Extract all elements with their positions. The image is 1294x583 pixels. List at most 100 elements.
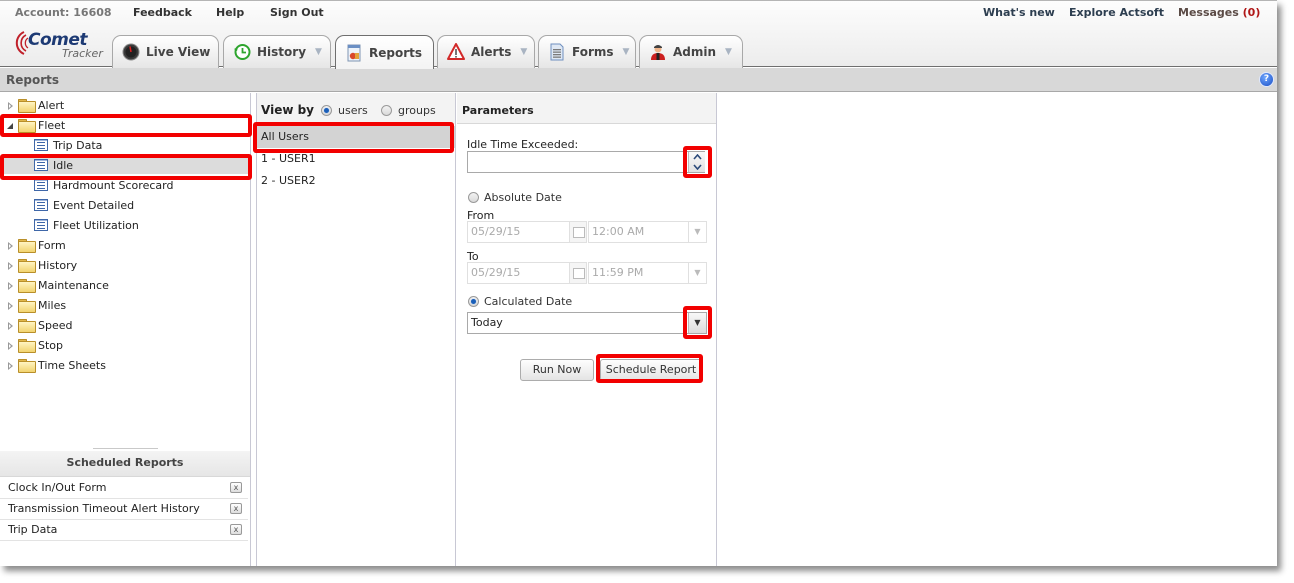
report-icon (34, 219, 48, 231)
user-list-item[interactable]: 2 - USER2 (257, 170, 455, 192)
view-by-users-radio[interactable] (321, 105, 332, 116)
expand-icon[interactable] (6, 281, 15, 290)
tree-report[interactable]: Trip Data (0, 136, 250, 154)
folder-icon (18, 299, 36, 313)
parameters-title: Parameters (462, 104, 534, 117)
view-by-users-label[interactable]: users (338, 104, 368, 117)
expand-icon[interactable] (6, 321, 15, 330)
tree-folder[interactable]: History (6, 256, 77, 274)
expand-icon[interactable] (6, 101, 15, 110)
user-list-item[interactable]: All Users (257, 126, 455, 148)
tab-admin[interactable]: Admin ▼ (639, 35, 743, 68)
expand-icon[interactable] (6, 261, 15, 270)
parameters-panel: Parameters Idle Time Exceeded: Absolute … (457, 93, 717, 566)
sign-out-link[interactable]: Sign Out (270, 6, 324, 19)
to-calendar-icon[interactable] (569, 262, 587, 284)
tree-item-label: Hardmount Scorecard (53, 178, 174, 192)
reports-tree-panel: Alert Fleet Trip Data Idle Hardmount Scoreca… (0, 93, 251, 566)
tree-report[interactable]: Idle (0, 156, 250, 174)
dropdown-arrow-icon[interactable]: ▼ (623, 47, 630, 57)
help-link[interactable]: Help (216, 6, 244, 19)
whats-new-link[interactable]: What's new (983, 6, 1055, 19)
tab-live-view[interactable]: Live View (112, 35, 219, 68)
tab-reports[interactable]: Reports (335, 35, 434, 69)
messages-link[interactable]: Messages (0) (1178, 6, 1260, 19)
dropdown-arrow-icon[interactable]: ▼ (725, 47, 732, 57)
to-date-input[interactable]: 05/29/15 (467, 262, 570, 284)
view-by-groups-radio[interactable] (381, 105, 392, 116)
absolute-date-label[interactable]: Absolute Date (484, 191, 562, 204)
idle-time-input[interactable] (467, 151, 705, 173)
resize-handle[interactable] (93, 448, 158, 449)
scheduled-report-item[interactable]: Transmission Timeout Alert History x (0, 499, 248, 520)
tree-report[interactable]: Event Detailed (0, 196, 250, 214)
chevron-down-icon[interactable]: ▼ (688, 313, 706, 333)
account-number: Account: 16608 (15, 6, 112, 19)
collapse-icon[interactable] (6, 121, 15, 130)
stepper-down-icon[interactable] (693, 164, 702, 170)
app-window: Account: 16608 Feedback Help Sign Out Wh… (0, 0, 1277, 566)
from-calendar-icon[interactable] (569, 221, 587, 243)
messages-label: Messages (1178, 6, 1239, 19)
folder-icon (18, 339, 36, 353)
tree-item-label: Alert (38, 98, 65, 112)
scheduled-report-item[interactable]: Trip Data x (0, 520, 248, 541)
document-icon (550, 43, 564, 61)
chevron-down-icon[interactable]: ▼ (688, 263, 706, 283)
expand-icon[interactable] (6, 361, 15, 370)
folder-icon (18, 359, 36, 373)
folder-icon (18, 99, 36, 113)
tree-item-label: Trip Data (53, 138, 103, 152)
tree-folder[interactable]: Miles (6, 296, 66, 314)
explore-actsoft-link[interactable]: Explore Actsoft (1069, 6, 1164, 19)
tree-folder[interactable]: Alert (6, 96, 64, 114)
header: Account: 16608 Feedback Help Sign Out Wh… (0, 1, 1277, 69)
stepper-up-icon[interactable] (693, 154, 702, 160)
remove-icon[interactable]: x (230, 503, 242, 514)
tree-folder[interactable]: Stop (6, 336, 63, 354)
remove-icon[interactable]: x (230, 524, 242, 535)
tree-item-label: Stop (38, 338, 64, 352)
report-icon (34, 159, 48, 171)
expand-icon[interactable] (6, 241, 15, 250)
expand-icon[interactable] (6, 341, 15, 350)
idle-time-stepper[interactable] (688, 152, 705, 172)
tree-folder[interactable]: Maintenance (6, 276, 109, 294)
run-now-button[interactable]: Run Now (520, 359, 594, 381)
calculated-date-radio[interactable] (468, 296, 479, 307)
dropdown-arrow-icon[interactable]: ▼ (315, 47, 322, 57)
user-list-item[interactable]: 1 - USER1 (257, 148, 455, 170)
tree-folder[interactable]: Speed (6, 316, 72, 334)
tree-report[interactable]: Fleet Utilization (0, 216, 250, 234)
tree-folder[interactable]: Time Sheets (6, 356, 106, 374)
schedule-report-button[interactable]: Schedule Report (600, 359, 702, 381)
calculated-date-select[interactable]: Today (467, 312, 707, 334)
tab-forms[interactable]: Forms ▼ (538, 35, 636, 68)
tree-item-label: Form (38, 238, 66, 252)
chevron-down-icon[interactable]: ▼ (688, 222, 706, 242)
remove-icon[interactable]: x (230, 482, 242, 493)
view-by-groups-label[interactable]: groups (398, 104, 436, 117)
tab-alerts[interactable]: Alerts ▼ (437, 35, 535, 68)
tab-history[interactable]: History ▼ (223, 35, 331, 68)
help-icon[interactable]: ? (1260, 73, 1273, 86)
top-links: Account: 16608 Feedback Help Sign Out Wh… (0, 6, 1277, 22)
view-by-panel: View by users groups All Users 1 - USER1 2… (256, 93, 456, 566)
tree-item-label: Time Sheets (38, 358, 106, 372)
logo-text-tracker: Tracker (62, 47, 103, 60)
dropdown-arrow-icon[interactable]: ▼ (520, 47, 527, 57)
messages-count: (0) (1242, 6, 1261, 19)
tab-label: Live View (146, 45, 211, 59)
feedback-link[interactable]: Feedback (133, 6, 192, 19)
tree-item-label: Miles (38, 298, 67, 312)
absolute-date-radio[interactable] (468, 192, 479, 203)
expand-icon[interactable] (6, 301, 15, 310)
calculated-date-label[interactable]: Calculated Date (484, 295, 572, 308)
scheduled-report-item[interactable]: Clock In/Out Form x (0, 478, 248, 499)
tree-folder[interactable]: Fleet (6, 116, 65, 134)
tree-item-label: Fleet (38, 118, 66, 132)
tree-folder[interactable]: Form (6, 236, 66, 254)
tree-report[interactable]: Hardmount Scorecard (0, 176, 250, 194)
from-date-input[interactable]: 05/29/15 (467, 221, 570, 243)
folder-open-icon (18, 119, 36, 133)
